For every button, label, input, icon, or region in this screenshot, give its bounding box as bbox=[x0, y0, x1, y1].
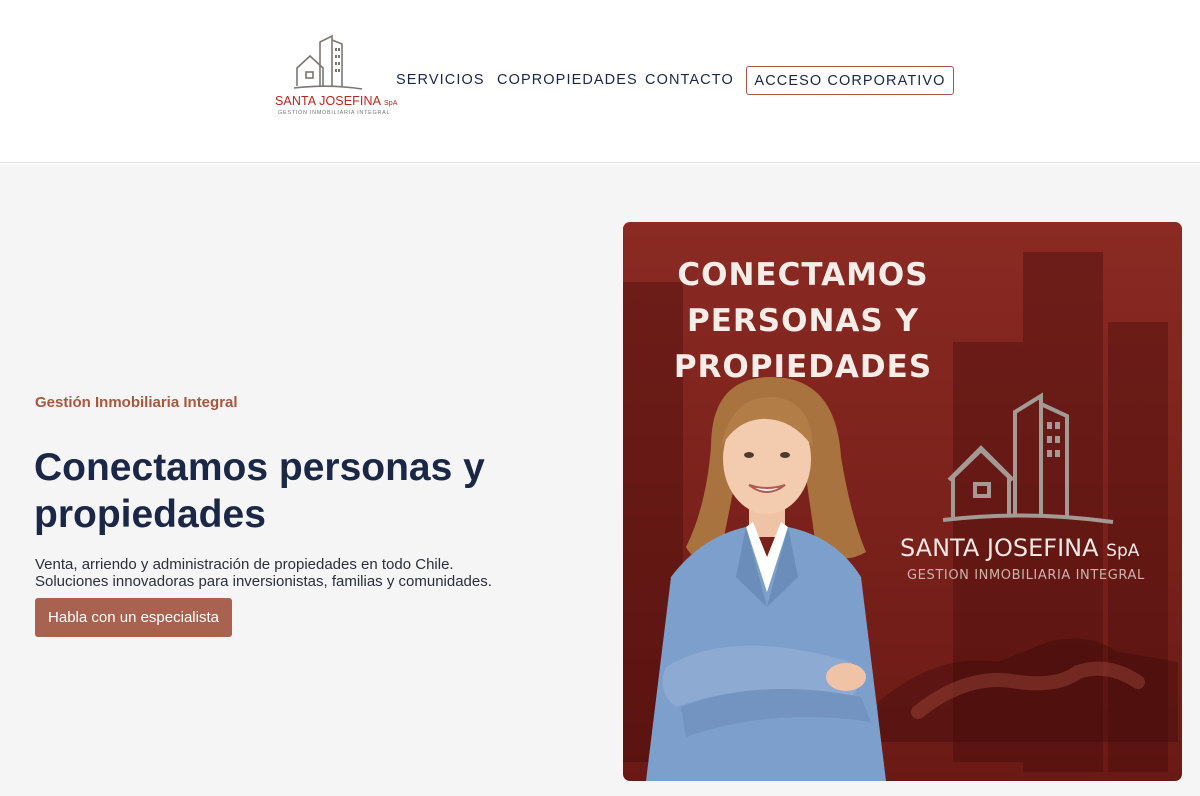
nav-servicios[interactable]: SERVICIOS bbox=[396, 72, 485, 88]
promo-brand-tagline: GESTION INMOBILIARIA INTEGRAL bbox=[907, 568, 1145, 583]
hero-headline: Conectamos personas y propiedades bbox=[34, 446, 485, 536]
site-header: SANTA JOSEFINA SpA GESTIÓN INMOBILIARIA … bbox=[0, 0, 1200, 163]
house-building-icon bbox=[294, 34, 363, 90]
hero-section: Gestión Inmobiliaria Integral Conectamos… bbox=[0, 164, 1200, 796]
talk-to-specialist-button[interactable]: Habla con un especialista bbox=[35, 598, 232, 637]
hero-description: Venta, arriendo y administración de prop… bbox=[35, 556, 492, 590]
logo-brand-name: SANTA JOSEFINA SpA bbox=[275, 94, 398, 108]
promo-brand-name: SANTA JOSEFINA SpA bbox=[900, 534, 1140, 562]
promo-house-building-icon bbox=[943, 392, 1114, 524]
nav-copropiedades[interactable]: COPROPIEDADES bbox=[497, 72, 638, 88]
handshake-image bbox=[878, 638, 1178, 742]
hero-description-line1: Venta, arriendo y administración de prop… bbox=[35, 556, 454, 573]
brand-logo[interactable]: SANTA JOSEFINA SpA GESTIÓN INMOBILIARIA … bbox=[272, 34, 398, 118]
hero-eyebrow: Gestión Inmobiliaria Integral bbox=[35, 394, 238, 411]
corporate-access-button[interactable]: ACCESO CORPORATIVO bbox=[746, 66, 954, 95]
promo-image: CONECTAMOS PERSONAS Y PROPIEDADES SANTA … bbox=[623, 222, 1182, 781]
hero-description-line2: Soluciones innovadoras para inversionist… bbox=[35, 573, 492, 590]
consultant-portrait bbox=[646, 377, 886, 781]
promo-title-line: CONECTAMOS bbox=[677, 257, 929, 293]
promo-title-line: PERSONAS Y bbox=[687, 303, 919, 339]
promo-title: CONECTAMOS PERSONAS Y PROPIEDADES bbox=[623, 252, 983, 390]
logo-tagline: GESTIÓN INMOBILIARIA INTEGRAL bbox=[278, 110, 391, 116]
nav-contacto[interactable]: CONTACTO bbox=[645, 72, 734, 88]
